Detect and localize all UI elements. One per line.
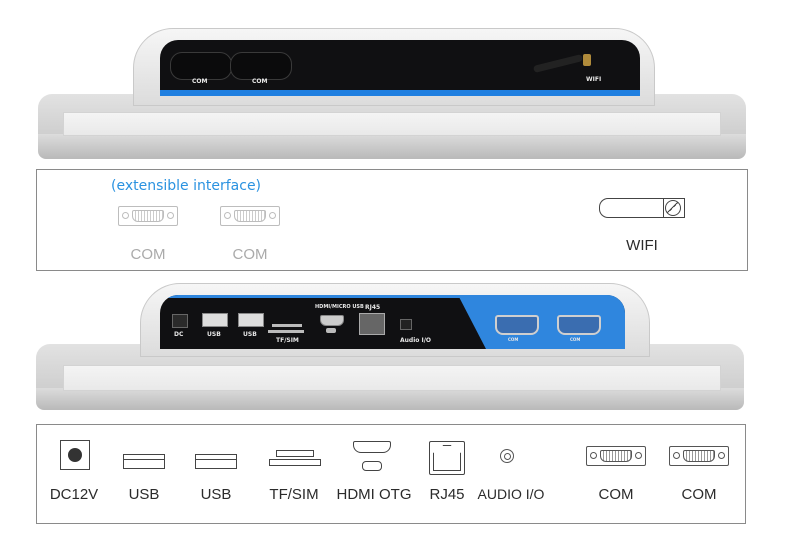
wifi-antenna-icon xyxy=(599,198,685,218)
usb-port-icon xyxy=(123,454,165,469)
port-label: HDMI/MICRO USB xyxy=(315,304,364,310)
port-label: RJ45 xyxy=(429,486,465,503)
port-label: COM xyxy=(232,246,268,263)
bottom-io-panel: DC USB USB TF/SIM HDMI/MICRO USB RJ45 Au… xyxy=(160,295,625,349)
dc-port xyxy=(172,314,188,328)
port-label: TF/SIM xyxy=(276,337,299,344)
hdmi-port xyxy=(320,315,344,326)
port-label: USB xyxy=(207,331,221,338)
port-label: WIFI xyxy=(586,76,602,83)
rj45-icon xyxy=(429,441,465,475)
bottom-interface-diagram: DC12V USB USB TF/SIM HDMI OTG RJ45 AUDIO… xyxy=(36,424,746,524)
port-label: COM xyxy=(130,246,166,263)
port-label: DC12V xyxy=(49,486,99,503)
com-port-cutout xyxy=(170,52,232,80)
port-label: COM xyxy=(192,78,208,85)
port-label: WIFI xyxy=(626,237,658,254)
port-label: COM xyxy=(570,337,581,342)
port-label: TF/SIM xyxy=(269,486,319,503)
top-interface-diagram: (extensible interface) COM COM WIFI xyxy=(36,169,748,271)
blue-accent-stripe xyxy=(160,90,640,96)
port-label: COM xyxy=(508,337,519,342)
db9-com-icon xyxy=(220,206,280,226)
sim-slot xyxy=(268,330,304,333)
port-label: COM xyxy=(681,486,717,503)
device-bezel xyxy=(63,112,721,136)
tf-sim-slot-icon xyxy=(269,450,321,470)
usb-port-icon xyxy=(195,454,237,469)
usb-port xyxy=(238,313,264,327)
micro-usb-port xyxy=(326,328,336,333)
hdmi-otg-icon xyxy=(353,441,393,473)
antenna-connector xyxy=(583,54,591,66)
port-label: COM xyxy=(598,486,634,503)
audio-jack-icon xyxy=(500,449,514,463)
port-label: AUDIO I/O xyxy=(477,486,545,502)
port-label: HDMI OTG xyxy=(336,486,412,503)
com-port-cutout xyxy=(230,52,292,80)
db9-com-icon xyxy=(586,446,646,466)
port-label: USB xyxy=(243,331,257,338)
port-label: USB xyxy=(200,486,232,503)
tf-slot xyxy=(272,324,302,327)
port-label: COM xyxy=(252,78,268,85)
dc-jack-icon xyxy=(60,440,90,470)
port-label: DC xyxy=(174,331,184,338)
port-label: USB xyxy=(128,486,160,503)
rj45-port xyxy=(359,313,385,335)
wifi-antenna xyxy=(532,54,584,73)
port-label: Audio I/O xyxy=(400,337,432,344)
port-label: RJ45 xyxy=(365,304,381,311)
com-port xyxy=(557,315,601,335)
extensible-interface-note: (extensible interface) xyxy=(111,178,262,194)
db9-com-icon xyxy=(669,446,729,466)
usb-port xyxy=(202,313,228,327)
com-port xyxy=(495,315,539,335)
device-bezel xyxy=(63,365,721,391)
db9-com-icon xyxy=(118,206,178,226)
audio-port xyxy=(400,319,412,330)
top-io-panel: COM COM WIFI xyxy=(160,40,640,96)
